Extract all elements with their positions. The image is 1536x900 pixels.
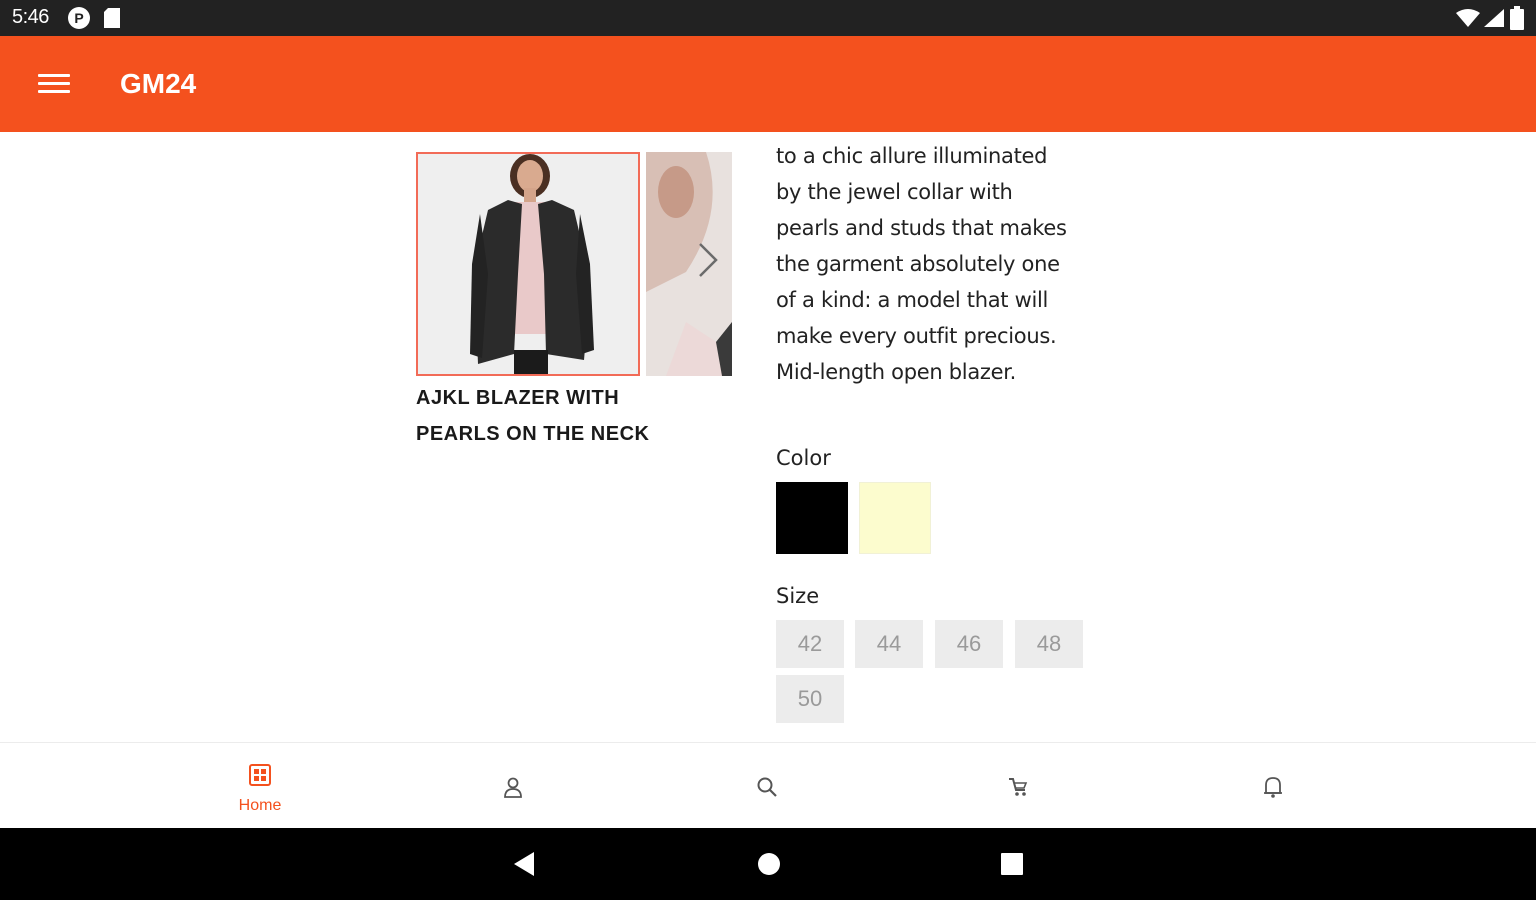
description-line: of a kind: a model that will [776, 288, 1049, 312]
nav-item-account[interactable] [453, 743, 573, 829]
description-line: pearls and studs that makes [776, 216, 1067, 240]
product-description: to a chic allure illuminated by the jewe… [776, 138, 1136, 390]
description-line: by the jewel collar with [776, 180, 1013, 204]
cart-icon [1009, 778, 1028, 796]
color-swatch-black[interactable] [776, 482, 848, 554]
nav-item-notifications[interactable] [1213, 743, 1333, 829]
hamburger-menu-icon[interactable] [38, 74, 70, 96]
wifi-icon [1456, 9, 1480, 27]
back-icon[interactable] [512, 850, 536, 878]
product-photo-blazer [418, 154, 638, 374]
nav-item-cart[interactable] [958, 743, 1078, 829]
status-time: 5:46 [12, 6, 49, 28]
product-detail: AJKL BLAZER WITH PEARLS ON THE NECK to a… [0, 132, 1536, 742]
signal-icon [1484, 9, 1504, 27]
size-option-50[interactable]: 50 [776, 675, 844, 723]
size-option-48[interactable]: 48 [1015, 620, 1083, 668]
recents-icon[interactable] [999, 850, 1025, 878]
color-swatch-cream[interactable] [859, 482, 931, 554]
size-option-42[interactable]: 42 [776, 620, 844, 668]
chevron-right-icon[interactable] [696, 240, 720, 280]
home-icon [249, 764, 271, 786]
system-navigation-bar [0, 828, 1536, 900]
app-title: GM24 [120, 68, 197, 99]
bell-icon [1264, 777, 1282, 798]
description-line: to a chic allure illuminated [776, 144, 1048, 168]
search-icon [757, 777, 777, 797]
status-bar: 5:46 P [0, 0, 1536, 36]
person-icon [504, 777, 522, 798]
product-name-line-2: PEARLS ON THE NECK [416, 423, 650, 445]
size-label: Size [776, 584, 820, 608]
nav-item-search[interactable] [707, 743, 827, 829]
app-bar: GM24 [0, 36, 1536, 132]
description-line: the garment absolutely one [776, 252, 1060, 276]
description-line: Mid-length open blazer. [776, 360, 1017, 384]
nav-item-home[interactable]: Home [200, 743, 320, 829]
product-name: AJKL BLAZER WITH PEARLS ON THE NECK [416, 380, 736, 452]
product-thumbnail-selected[interactable] [416, 152, 640, 376]
size-option-46[interactable]: 46 [935, 620, 1003, 668]
nav-label-home: Home [238, 797, 282, 814]
bottom-navigation: Home [0, 742, 1536, 828]
p-badge-icon: P [68, 7, 90, 29]
description-line: make every outfit precious. [776, 324, 1057, 348]
sd-card-icon [104, 8, 120, 28]
home-circle-icon[interactable] [756, 850, 782, 878]
size-option-44[interactable]: 44 [855, 620, 923, 668]
product-name-line-1: AJKL BLAZER WITH [416, 387, 620, 409]
color-label: Color [776, 446, 831, 470]
battery-icon [1510, 6, 1524, 30]
